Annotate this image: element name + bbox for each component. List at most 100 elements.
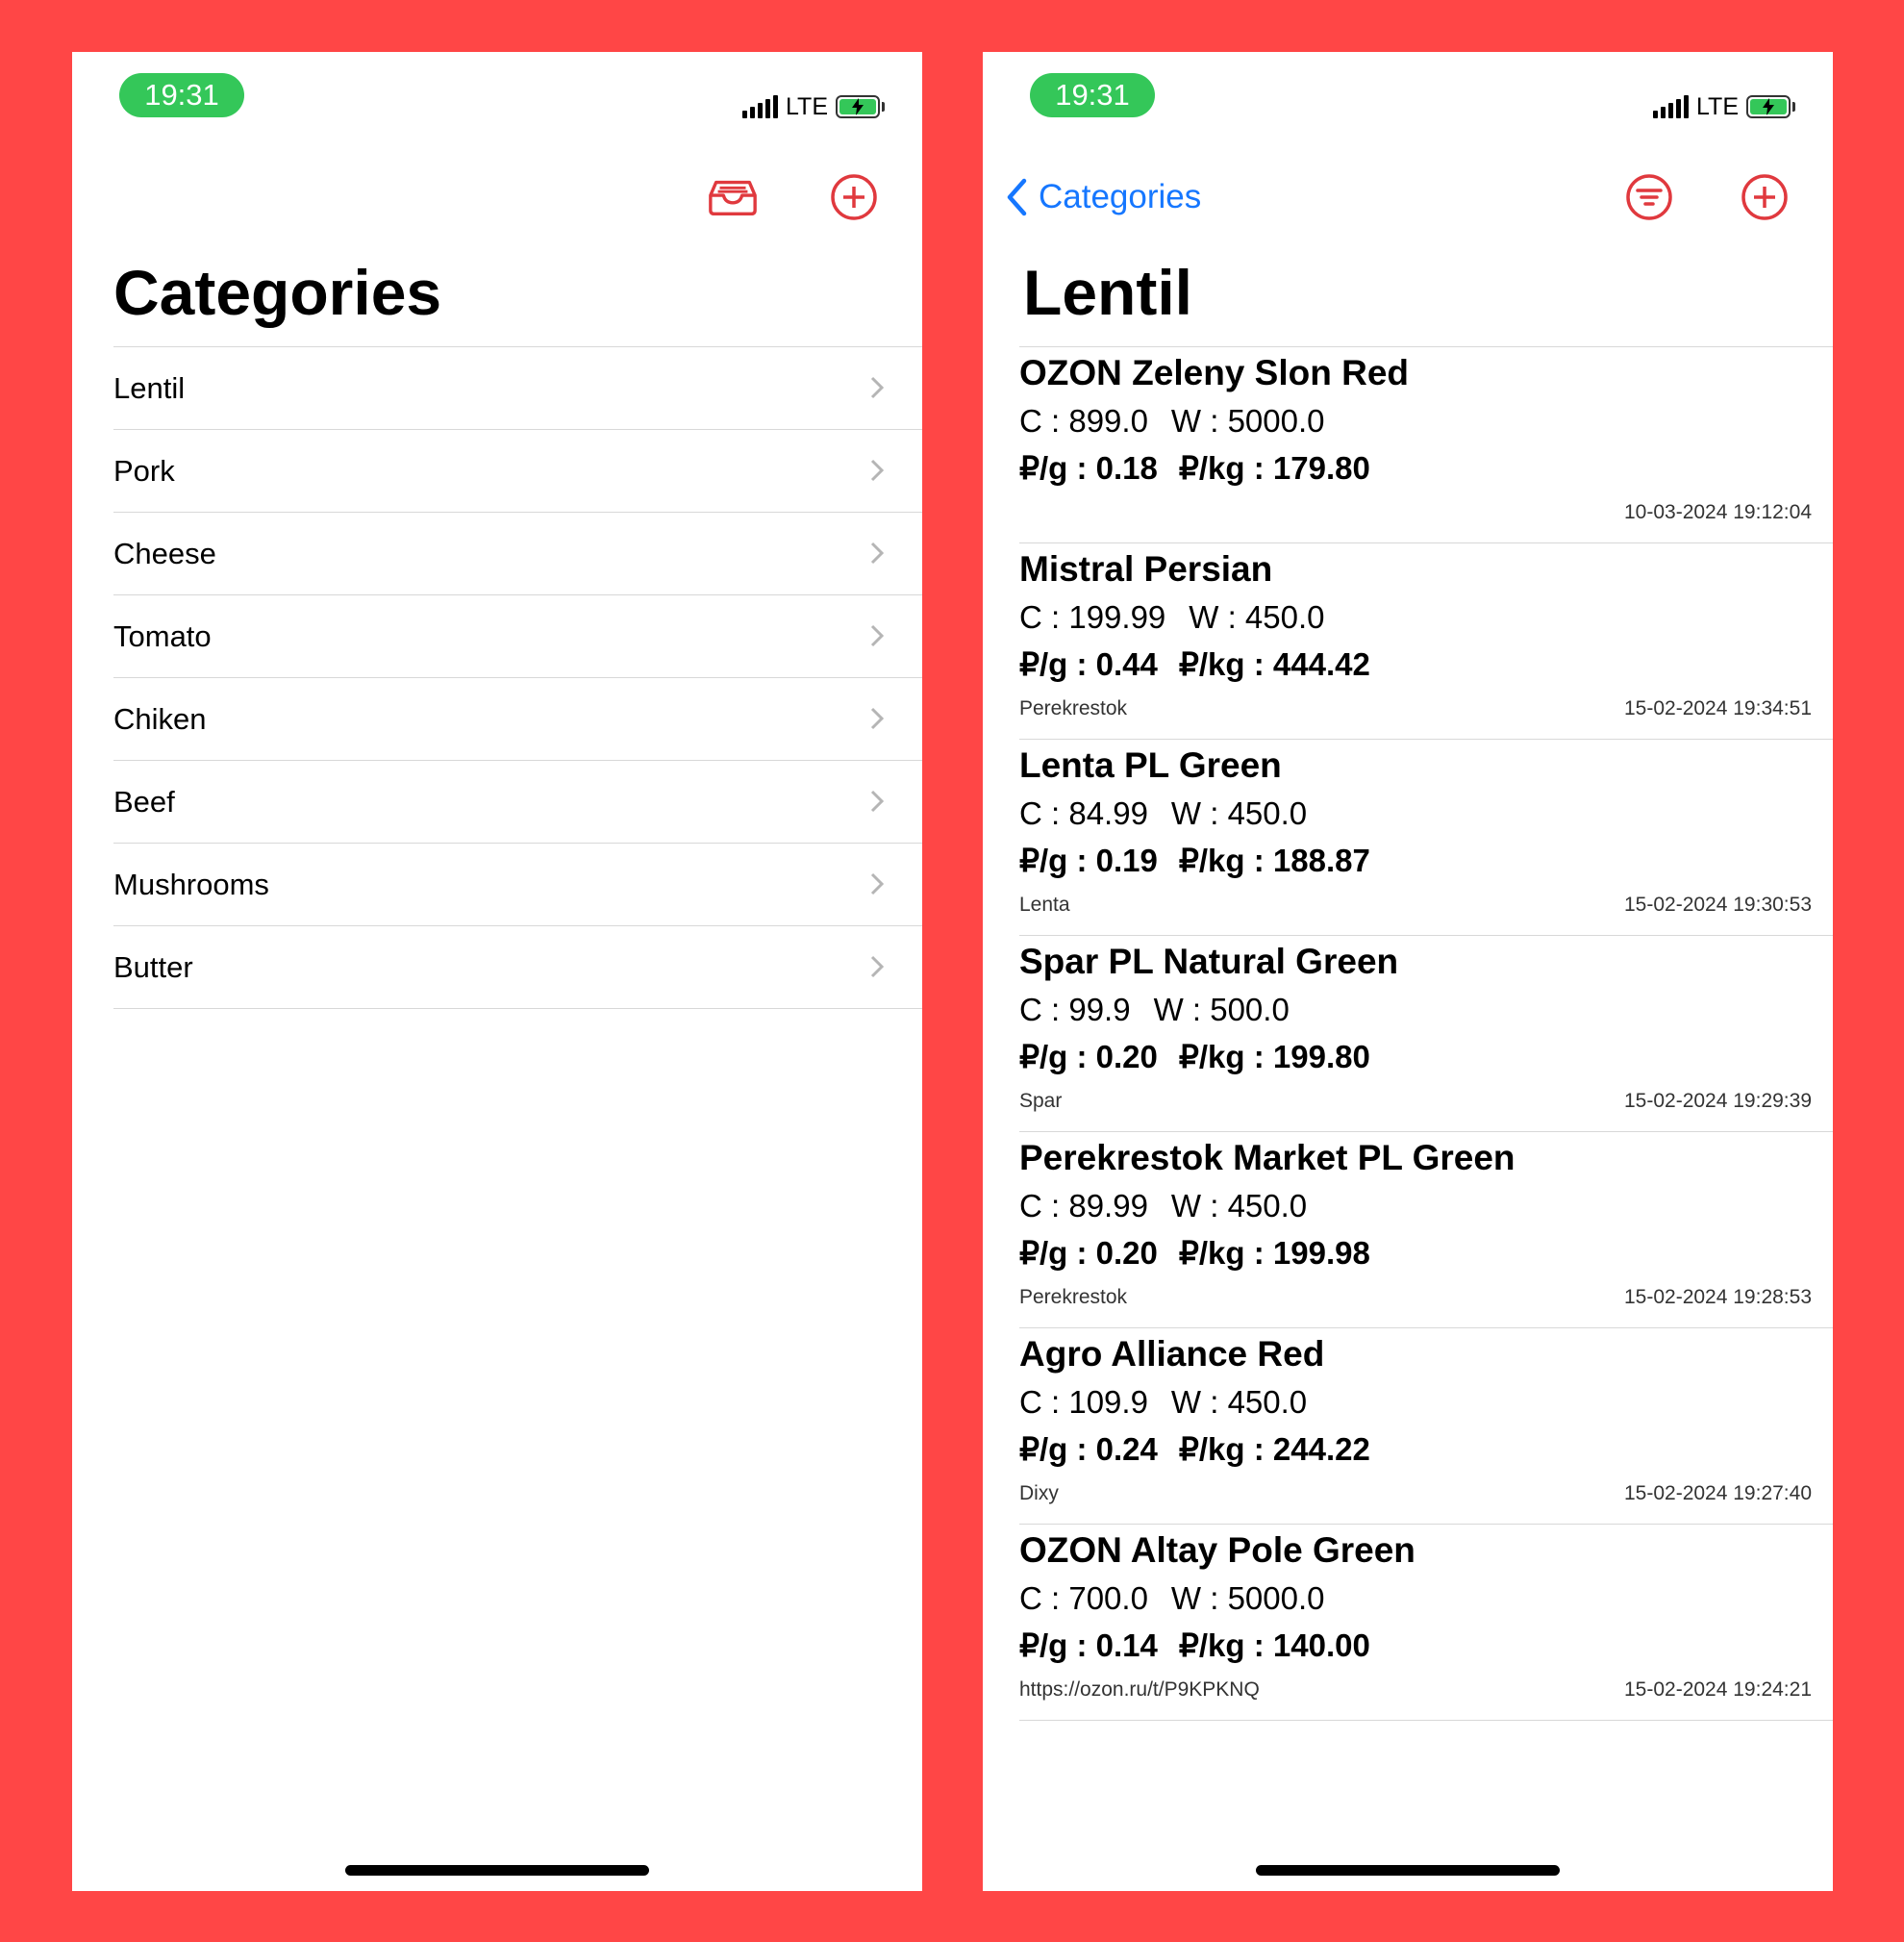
timestamp: 15-02-2024 19:27:40 [1624, 1482, 1812, 1504]
category-label: Mushrooms [113, 867, 269, 901]
product-row[interactable]: OZON Altay Pole Green C : 700.0 W : 5000.… [1019, 1525, 1833, 1721]
cost-weight: C : 99.9 W : 500.0 [1019, 992, 1290, 1028]
product-name: Perekrestok Market PL Green [1019, 1138, 1516, 1177]
category-row[interactable]: Pork [113, 430, 922, 513]
category-row[interactable]: Tomato [113, 595, 922, 678]
cost-value: C : 89.99 [1019, 1188, 1148, 1223]
chevron-right-icon [870, 624, 884, 647]
unit-prices: ₽/g : 0.20 ₽/kg : 199.98 [1019, 1234, 1370, 1272]
product-name: Agro Alliance Red [1019, 1334, 1325, 1374]
home-indicator[interactable] [345, 1865, 649, 1876]
add-item-button[interactable] [1739, 171, 1791, 223]
store-label: Dixy [1019, 1482, 1059, 1504]
timestamp: 15-02-2024 19:24:21 [1624, 1678, 1812, 1701]
cost-value: C : 199.99 [1019, 599, 1166, 635]
weight-value: W : 5000.0 [1170, 1580, 1325, 1616]
cost-weight: C : 899.0 W : 5000.0 [1019, 403, 1325, 440]
price-per-kg: ₽/kg : 244.22 [1178, 1431, 1370, 1467]
filter-button[interactable] [1623, 171, 1675, 223]
battery-icon [836, 95, 880, 118]
battery-cap [882, 102, 885, 112]
price-per-kg: ₽/kg : 140.00 [1178, 1627, 1370, 1663]
chevron-right-icon [870, 790, 884, 813]
cost-weight: C : 109.9 W : 450.0 [1019, 1384, 1307, 1421]
product-row[interactable]: OZON Zeleny Slon Red C : 899.0 W : 5000.0… [1019, 347, 1833, 543]
price-per-kg: ₽/kg : 444.42 [1178, 646, 1370, 682]
timestamp: 15-02-2024 19:34:51 [1624, 697, 1812, 719]
filter-circle-icon [1626, 174, 1672, 220]
plus-circle-icon [831, 174, 877, 220]
weight-value: W : 450.0 [1170, 1188, 1308, 1223]
cost-value: C : 84.99 [1019, 795, 1148, 831]
weight-value: W : 500.0 [1153, 992, 1290, 1027]
unit-prices: ₽/g : 0.20 ₽/kg : 199.80 [1019, 1038, 1370, 1075]
timestamp: 10-03-2024 19:12:04 [1624, 501, 1812, 523]
product-row[interactable]: Agro Alliance Red C : 109.9 W : 450.0 ₽/g… [1019, 1328, 1833, 1525]
chevron-right-icon [870, 376, 884, 399]
product-row[interactable]: Mistral Persian C : 199.99 W : 450.0 ₽/g … [1019, 543, 1833, 740]
category-list: Lentil Pork Cheese Tomato Chiken Beef Mu… [113, 346, 922, 1009]
cost-value: C : 700.0 [1019, 1580, 1148, 1616]
category-row[interactable]: Mushrooms [113, 844, 922, 926]
unit-prices: ₽/g : 0.44 ₽/kg : 444.42 [1019, 645, 1370, 683]
price-per-gram: ₽/g : 0.44 [1019, 646, 1158, 682]
product-list: OZON Zeleny Slon Red C : 899.0 W : 5000.0… [1019, 346, 1833, 1721]
category-row[interactable]: Chiken [113, 678, 922, 761]
category-label: Lentil [113, 370, 186, 405]
store-label: Perekrestok [1019, 697, 1128, 719]
product-name: OZON Zeleny Slon Red [1019, 353, 1409, 392]
archive-button[interactable] [707, 171, 759, 223]
back-button[interactable]: Categories [1006, 171, 1201, 223]
signal-icon [1653, 95, 1689, 118]
product-row[interactable]: Perekrestok Market PL Green C : 89.99 W :… [1019, 1132, 1833, 1328]
unit-prices: ₽/g : 0.19 ₽/kg : 188.87 [1019, 842, 1370, 879]
price-per-kg: ₽/kg : 199.98 [1178, 1235, 1370, 1271]
product-row[interactable]: Spar PL Natural Green C : 99.9 W : 500.0 … [1019, 936, 1833, 1132]
cost-value: C : 899.0 [1019, 403, 1148, 439]
status-time: 19:31 [1030, 73, 1155, 117]
lentil-screen: 19:31 LTE Categories Lentil OZON Zeleny [983, 52, 1833, 1891]
product-name: OZON Altay Pole Green [1019, 1530, 1415, 1570]
network-label: LTE [1696, 92, 1739, 120]
chevron-left-icon [1007, 178, 1027, 216]
timestamp: 15-02-2024 19:30:53 [1624, 894, 1812, 916]
status-indicators: LTE [742, 90, 885, 123]
category-row[interactable]: Beef [113, 761, 922, 844]
cost-value: C : 99.9 [1019, 992, 1131, 1027]
store-link[interactable]: https://ozon.ru/t/P9KPKNQ [1019, 1678, 1260, 1702]
page-title: Categories [113, 257, 442, 328]
cost-weight: C : 89.99 W : 450.0 [1019, 1188, 1307, 1224]
product-row[interactable]: Lenta PL Green C : 84.99 W : 450.0 ₽/g : … [1019, 740, 1833, 936]
price-per-gram: ₽/g : 0.19 [1019, 843, 1158, 878]
category-label: Pork [113, 453, 175, 488]
chevron-right-icon [870, 872, 884, 895]
weight-value: W : 450.0 [1189, 599, 1325, 635]
page-title: Lentil [1023, 257, 1192, 328]
product-name: Mistral Persian [1019, 549, 1273, 589]
category-row[interactable]: Cheese [113, 513, 922, 595]
category-label: Chiken [113, 701, 207, 736]
weight-value: W : 450.0 [1170, 795, 1308, 831]
price-per-gram: ₽/g : 0.24 [1019, 1431, 1158, 1467]
status-indicators: LTE [1653, 90, 1795, 123]
back-label: Categories [1039, 178, 1202, 215]
cost-value: C : 109.9 [1019, 1384, 1148, 1420]
store-label: Perekrestok [1019, 1286, 1128, 1308]
price-per-kg: ₽/kg : 188.87 [1178, 843, 1370, 878]
store-label: Lenta [1019, 894, 1070, 916]
category-row[interactable]: Butter [113, 926, 922, 1009]
price-per-gram: ₽/g : 0.18 [1019, 450, 1158, 486]
category-row[interactable]: Lentil [113, 347, 922, 430]
archive-tray-icon [709, 180, 757, 216]
unit-prices: ₽/g : 0.14 ₽/kg : 140.00 [1019, 1627, 1370, 1664]
weight-value: W : 450.0 [1170, 1384, 1308, 1420]
cost-weight: C : 199.99 W : 450.0 [1019, 599, 1325, 636]
home-indicator[interactable] [1256, 1865, 1560, 1876]
battery-cap [1792, 102, 1795, 112]
product-name: Spar PL Natural Green [1019, 942, 1399, 981]
battery-icon [1746, 95, 1791, 118]
add-category-button[interactable] [828, 171, 880, 223]
category-label: Beef [113, 784, 175, 819]
price-per-kg: ₽/kg : 179.80 [1178, 450, 1370, 486]
weight-value: W : 5000.0 [1170, 403, 1325, 439]
